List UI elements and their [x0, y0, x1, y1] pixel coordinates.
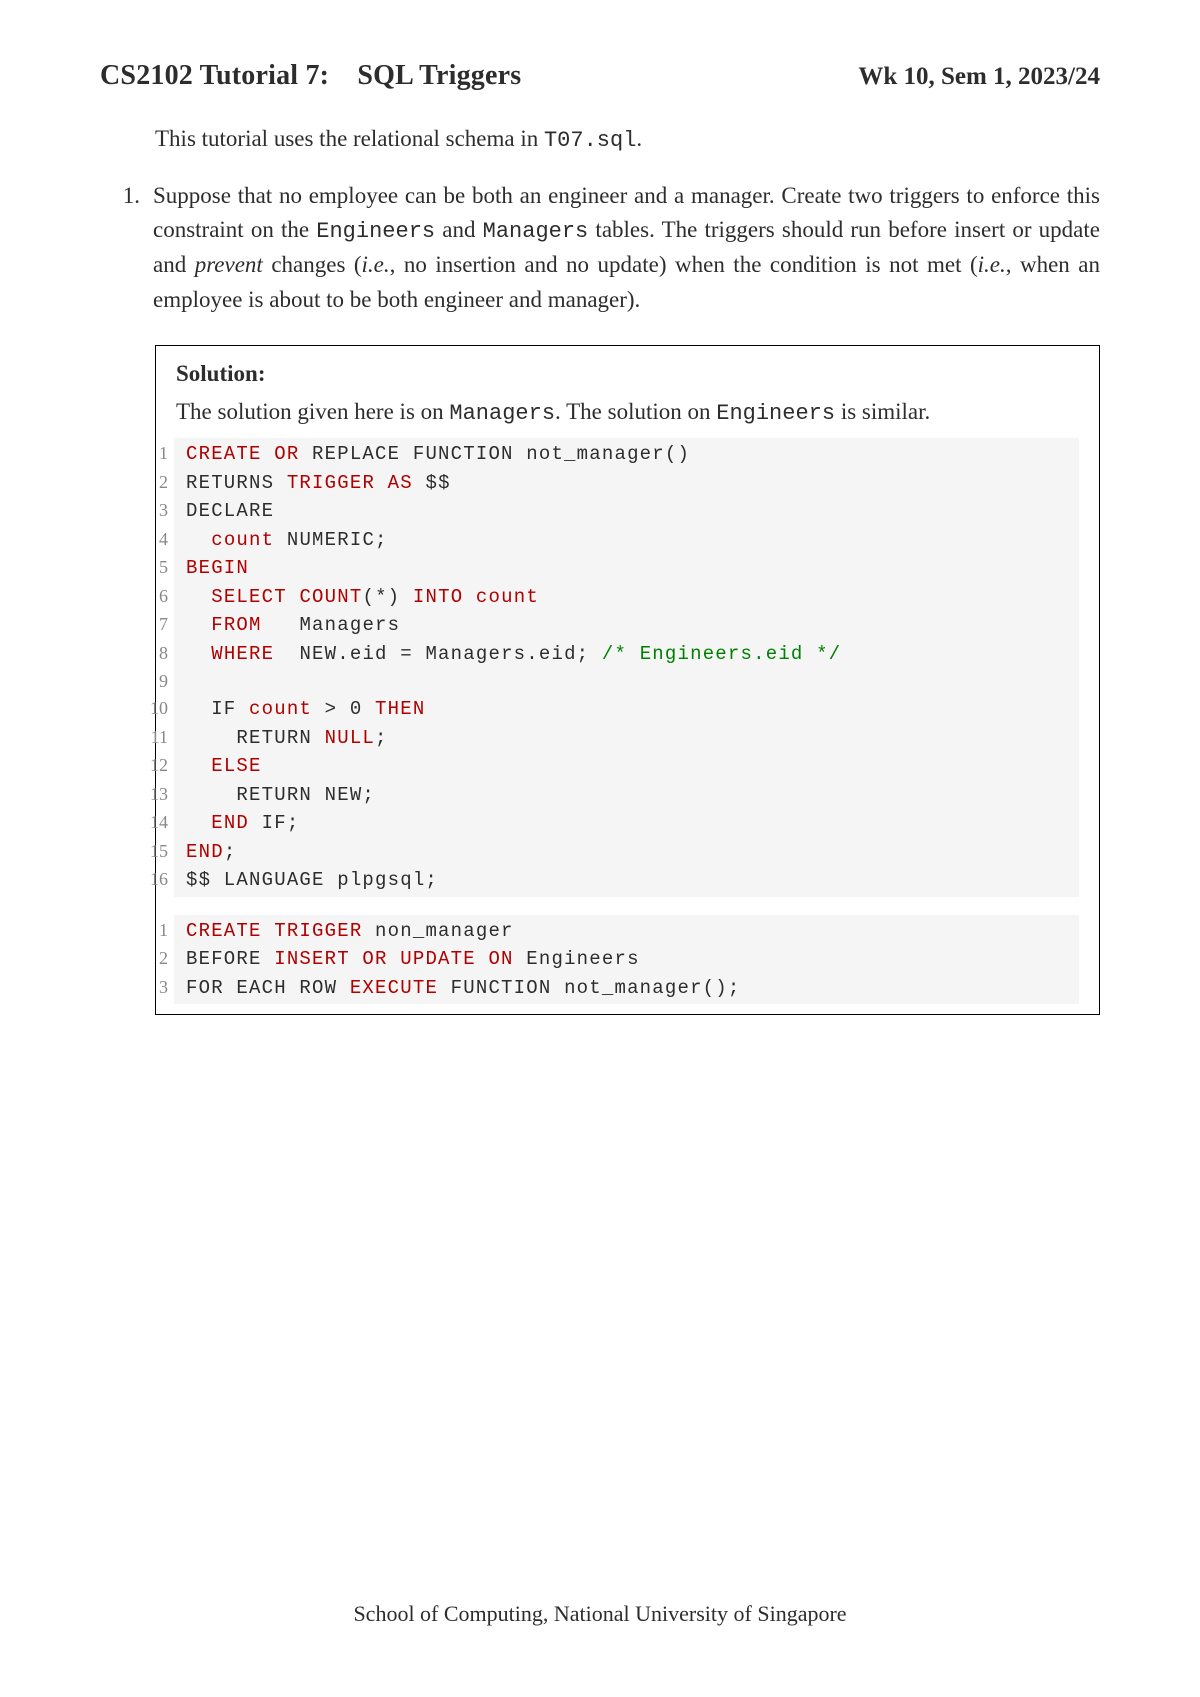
code-content: CREATE TRIGGER non_manager [176, 917, 514, 946]
code-content: SELECT COUNT(*) INTO count [176, 583, 539, 612]
q-part5: , no insertion and no update) when the c… [390, 252, 978, 277]
code-gap [176, 897, 1079, 915]
code-content: FROM Managers [176, 611, 400, 640]
code-content: ELSE [176, 752, 262, 781]
page: CS2102 Tutorial 7: SQL Triggers Wk 10, S… [0, 0, 1200, 1697]
code-line: 3DECLARE [174, 497, 1079, 526]
line-number: 6 [138, 583, 176, 610]
q-code2: Managers [483, 219, 589, 244]
intro-filename: T07.sql [544, 128, 636, 153]
code-content: RETURN NEW; [176, 781, 375, 810]
line-number: 3 [138, 974, 176, 1001]
code-block-trigger: 1CREATE TRIGGER non_manager2BEFORE INSER… [174, 915, 1079, 1005]
header-title-left: CS2102 Tutorial 7: SQL Triggers [100, 60, 521, 92]
solution-inner: Solution: The solution given here is on … [156, 346, 1099, 1014]
code-block-function: 1CREATE OR REPLACE FUNCTION not_manager(… [174, 438, 1079, 897]
code-line: 10 IF count > 0 THEN [174, 695, 1079, 724]
question-text: Suppose that no employee can be both an … [145, 179, 1100, 318]
code-line: 4 count NUMERIC; [174, 526, 1079, 555]
page-footer: School of Computing, National University… [0, 1601, 1200, 1627]
line-number: 1 [138, 917, 176, 944]
line-number: 4 [138, 526, 176, 553]
code-line: 6 SELECT COUNT(*) INTO count [174, 583, 1079, 612]
sol-t3: is similar. [835, 399, 930, 424]
line-number: 13 [138, 781, 176, 808]
intro-text-post: . [636, 126, 642, 151]
solution-heading: Solution: [176, 361, 1079, 387]
q-ital2: i.e. [362, 252, 390, 277]
code-line: 3FOR EACH ROW EXECUTE FUNCTION not_manag… [174, 974, 1079, 1003]
line-number: 8 [138, 640, 176, 667]
page-header: CS2102 Tutorial 7: SQL Triggers Wk 10, S… [100, 60, 1100, 92]
solution-box: Solution: The solution given here is on … [155, 345, 1100, 1015]
line-number: 9 [138, 668, 176, 695]
line-number: 14 [138, 809, 176, 836]
sol-code1: Managers [449, 401, 555, 426]
line-number: 1 [138, 440, 176, 467]
code-line: 9 [174, 668, 1079, 695]
line-number: 10 [138, 695, 176, 722]
code-content: count NUMERIC; [176, 526, 388, 555]
code-line: 14 END IF; [174, 809, 1079, 838]
q-code1: Engineers [316, 219, 435, 244]
line-number: 12 [138, 752, 176, 779]
code-line: 7 FROM Managers [174, 611, 1079, 640]
code-content: END IF; [176, 809, 299, 838]
code-content: IF count > 0 THEN [176, 695, 425, 724]
question-1: 1. Suppose that no employee can be both … [100, 179, 1100, 318]
code-content: FOR EACH ROW EXECUTE FUNCTION not_manage… [176, 974, 741, 1003]
solution-text: The solution given here is on Managers. … [176, 395, 1079, 430]
code-content: BEGIN [176, 554, 249, 583]
code-line: 1CREATE TRIGGER non_manager [174, 917, 1079, 946]
intro-text-pre: This tutorial uses the relational schema… [155, 126, 544, 151]
code-content: END; [176, 838, 236, 867]
code-line: 1CREATE OR REPLACE FUNCTION not_manager(… [174, 440, 1079, 469]
code-content: CREATE OR REPLACE FUNCTION not_manager() [176, 440, 690, 469]
code-line: 15END; [174, 838, 1079, 867]
question-number: 1. [100, 179, 145, 214]
q-part4: changes ( [263, 252, 362, 277]
line-number: 15 [138, 838, 176, 865]
code-line: 2BEFORE INSERT OR UPDATE ON Engineers [174, 945, 1079, 974]
line-number: 11 [138, 724, 176, 751]
code-line: 8 WHERE NEW.eid = Managers.eid; /* Engin… [174, 640, 1079, 669]
code-content: DECLARE [176, 497, 274, 526]
sol-code2: Engineers [716, 401, 835, 426]
code-content: RETURN NULL; [176, 724, 388, 753]
q-ital1: prevent [195, 252, 263, 277]
sol-t2: . The solution on [555, 399, 716, 424]
q-ital3: i.e. [978, 252, 1006, 277]
q-part2: and [435, 217, 483, 242]
line-number: 3 [138, 497, 176, 524]
line-number: 7 [138, 611, 176, 638]
code-line: 5BEGIN [174, 554, 1079, 583]
line-number: 2 [138, 469, 176, 496]
code-line: 11 RETURN NULL; [174, 724, 1079, 753]
intro-paragraph: This tutorial uses the relational schema… [155, 122, 1100, 157]
code-line: 12 ELSE [174, 752, 1079, 781]
code-line: 16$$ LANGUAGE plpgsql; [174, 866, 1079, 895]
code-content: RETURNS TRIGGER AS $$ [176, 469, 451, 498]
code-content: BEFORE INSERT OR UPDATE ON Engineers [176, 945, 640, 974]
code-content: $$ LANGUAGE plpgsql; [176, 866, 438, 895]
line-number: 16 [138, 866, 176, 893]
code-content: WHERE NEW.eid = Managers.eid; /* Enginee… [176, 640, 841, 669]
header-title-right: Wk 10, Sem 1, 2023/24 [858, 63, 1100, 91]
code-line: 2RETURNS TRIGGER AS $$ [174, 469, 1079, 498]
sol-t1: The solution given here is on [176, 399, 449, 424]
line-number: 5 [138, 554, 176, 581]
code-line: 13 RETURN NEW; [174, 781, 1079, 810]
line-number: 2 [138, 945, 176, 972]
